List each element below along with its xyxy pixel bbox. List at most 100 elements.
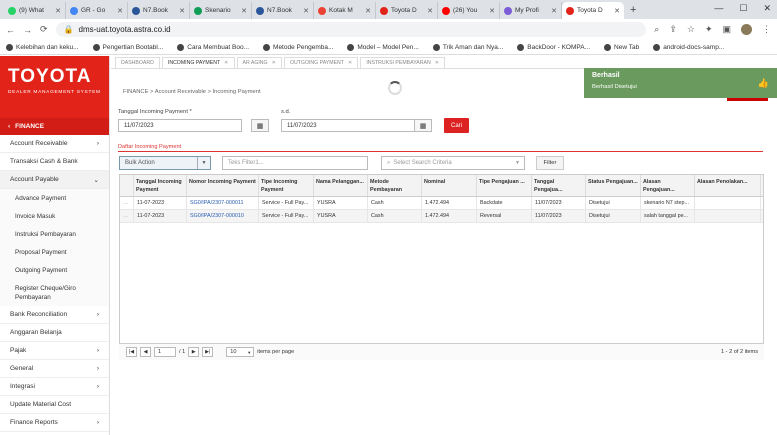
- bookmark-item[interactable]: Kelebihan dan keku...: [6, 43, 79, 51]
- sidebar-item[interactable]: General ›: [0, 360, 109, 378]
- bookmark-item[interactable]: New Tab: [604, 43, 639, 51]
- last-page-icon[interactable]: ▶|: [202, 347, 214, 357]
- close-tab-icon[interactable]: ✕: [224, 60, 228, 66]
- browser-tab[interactable]: N7.Book ✕: [128, 2, 190, 19]
- search-button[interactable]: Cari: [444, 118, 469, 133]
- minimize-icon[interactable]: —: [714, 3, 723, 14]
- sidebar-item[interactable]: Bank Reconciliation ›: [0, 306, 109, 324]
- column-header[interactable]: Nama Pelanggan...: [314, 175, 368, 196]
- column-header[interactable]: Alasan Penolakan...: [695, 175, 761, 196]
- close-tab-icon[interactable]: ✕: [348, 60, 352, 66]
- hidden-action-button[interactable]: [727, 98, 768, 101]
- close-tab-icon[interactable]: ✕: [365, 7, 371, 15]
- bookmark-item[interactable]: Metode Pengemba...: [263, 43, 333, 51]
- select-all-cell[interactable]: [120, 175, 134, 196]
- sidebar-item[interactable]: Integrasi ›: [0, 378, 109, 396]
- search-criteria-select[interactable]: ⌕ Select Search Criteria ▼: [381, 156, 525, 170]
- browser-tab[interactable]: N7.Book ✕: [252, 2, 314, 19]
- expand-icon[interactable]: …: [123, 200, 128, 206]
- browser-tab[interactable]: My Profi ✕: [500, 2, 562, 19]
- browser-tab[interactable]: (9) What ✕: [4, 2, 66, 19]
- browser-tab[interactable]: Toyota D ✕: [562, 2, 624, 19]
- sidebar-subitem[interactable]: Register Cheque/Giro Pembayaran: [0, 279, 109, 306]
- column-header[interactable]: Nominal: [422, 175, 477, 196]
- page-input[interactable]: 1: [154, 347, 176, 357]
- payment-number-link[interactable]: SG0/IPA/2307-000010: [187, 210, 259, 222]
- sidebar-item[interactable]: Update Material Cost: [0, 396, 109, 414]
- first-page-icon[interactable]: |◀: [126, 347, 137, 357]
- sidebar-subitem[interactable]: Advance Payment: [0, 189, 109, 207]
- page-tab[interactable]: AR AGING ✕: [236, 57, 282, 68]
- sidebar-item[interactable]: Account Receivable ›: [0, 135, 109, 153]
- sidebar-item[interactable]: Anggaran Belanja: [0, 324, 109, 342]
- bookmark-item[interactable]: BackDoor - KOMPA...: [517, 43, 590, 51]
- sidebar-item[interactable]: Finance Reports ›: [0, 414, 109, 432]
- column-header[interactable]: Tanggal Pengajua...: [532, 175, 586, 196]
- close-tab-icon[interactable]: ✕: [303, 7, 309, 15]
- url-field[interactable]: 🔒 dms-uat.toyota.astra.co.id: [55, 22, 647, 37]
- table-row[interactable]: … 11-07-2023 SG0/IPA/2307-000010 Service - …: [120, 210, 763, 223]
- row-select-cell[interactable]: …: [120, 210, 134, 222]
- bulk-action-select[interactable]: Bulk Action ▼: [119, 156, 211, 170]
- sidebar-subitem[interactable]: Proposal Payment: [0, 243, 109, 261]
- browser-tab[interactable]: (26) You ✕: [438, 2, 500, 19]
- sidebar-item[interactable]: Transaksi Cash & Bank: [0, 153, 109, 171]
- bookmark-item[interactable]: Trik Aman dan Nya...: [432, 43, 503, 51]
- page-tab[interactable]: OUTGOING PAYMENT ✕: [283, 57, 359, 68]
- close-tab-icon[interactable]: ✕: [55, 7, 61, 15]
- share-icon[interactable]: ⇪: [669, 24, 677, 35]
- next-page-icon[interactable]: ▶: [188, 347, 200, 357]
- back-icon[interactable]: ←: [6, 25, 15, 35]
- extensions-icon[interactable]: ✦: [705, 24, 713, 35]
- close-tab-icon[interactable]: ✕: [551, 7, 557, 15]
- browser-tab[interactable]: Skenario ✕: [190, 2, 252, 19]
- maximize-icon[interactable]: ☐: [739, 3, 747, 14]
- sidebar-item[interactable]: Account Payable ⌄: [0, 171, 109, 189]
- close-tab-icon[interactable]: ✕: [179, 7, 185, 15]
- close-window-icon[interactable]: ✕: [763, 3, 771, 14]
- expand-icon[interactable]: …: [123, 213, 128, 219]
- column-header[interactable]: Alasan Pengajuan...: [641, 175, 695, 196]
- column-header[interactable]: Status Pengajuan...: [586, 175, 641, 196]
- star-icon[interactable]: ☆: [687, 24, 695, 35]
- sidepanel-icon[interactable]: ▣: [722, 24, 731, 35]
- sidebar-section-finance[interactable]: ‹ FINANCE: [0, 118, 109, 135]
- filter-button[interactable]: Filter: [536, 156, 564, 170]
- close-tab-icon[interactable]: ✕: [241, 7, 247, 15]
- calendar-to-icon[interactable]: ▦: [414, 119, 432, 132]
- page-tab[interactable]: INSTRUKSI PEMBAYARAN ✕: [360, 57, 446, 68]
- sidebar-subitem[interactable]: Invoice Masuk: [0, 207, 109, 225]
- browser-tab[interactable]: GR - Go ✕: [66, 2, 128, 19]
- payment-number-link[interactable]: SG0/IPA/2307-000011: [187, 197, 259, 209]
- reload-icon[interactable]: ⟳: [40, 24, 48, 35]
- table-row[interactable]: … 11-07-2023 SG0/IPA/2307-000011 Service - …: [120, 197, 763, 210]
- search-icon[interactable]: ⌕: [654, 24, 659, 35]
- column-header[interactable]: Nomor Incoming Payment: [187, 175, 259, 196]
- bookmark-item[interactable]: Cara Membuat Boo...: [177, 43, 249, 51]
- page-tab[interactable]: DASHBOARD: [115, 57, 160, 68]
- prev-page-icon[interactable]: ◀: [140, 347, 151, 357]
- column-header[interactable]: Tipe Incoming Payment: [259, 175, 314, 196]
- sidebar-item[interactable]: Pajak ›: [0, 342, 109, 360]
- new-tab-button[interactable]: +: [624, 2, 642, 19]
- per-page-select[interactable]: 10 ▼: [226, 347, 255, 357]
- date-to-input[interactable]: 11/07/2023: [281, 119, 415, 132]
- close-tab-icon[interactable]: ✕: [435, 60, 439, 66]
- close-tab-icon[interactable]: ✕: [489, 7, 495, 15]
- text-filter-input[interactable]: Teks Filter1...: [222, 156, 368, 170]
- browser-tab[interactable]: Toyota D ✕: [376, 2, 438, 19]
- page-tab[interactable]: INCOMING PAYMENT ✕: [161, 57, 235, 68]
- column-header[interactable]: Metode Pembayaran: [368, 175, 422, 196]
- column-header[interactable]: Tanggal Incoming Payment: [134, 175, 187, 196]
- sidebar-subitem[interactable]: Outgoing Payment: [0, 261, 109, 279]
- profile-avatar[interactable]: [741, 24, 752, 35]
- close-tab-icon[interactable]: ✕: [117, 7, 123, 15]
- close-tab-icon[interactable]: ✕: [272, 60, 276, 66]
- browser-tab[interactable]: Kotak M ✕: [314, 2, 376, 19]
- column-header[interactable]: Tipe Pengajuan ...: [477, 175, 532, 196]
- date-from-input[interactable]: 11/07/2023: [118, 119, 242, 132]
- close-tab-icon[interactable]: ✕: [427, 7, 433, 15]
- calendar-from-icon[interactable]: ▦: [251, 119, 269, 132]
- bookmark-item[interactable]: Model – Model Pen...: [347, 43, 419, 51]
- bookmark-item[interactable]: Pengertian Bootabl...: [92, 43, 163, 51]
